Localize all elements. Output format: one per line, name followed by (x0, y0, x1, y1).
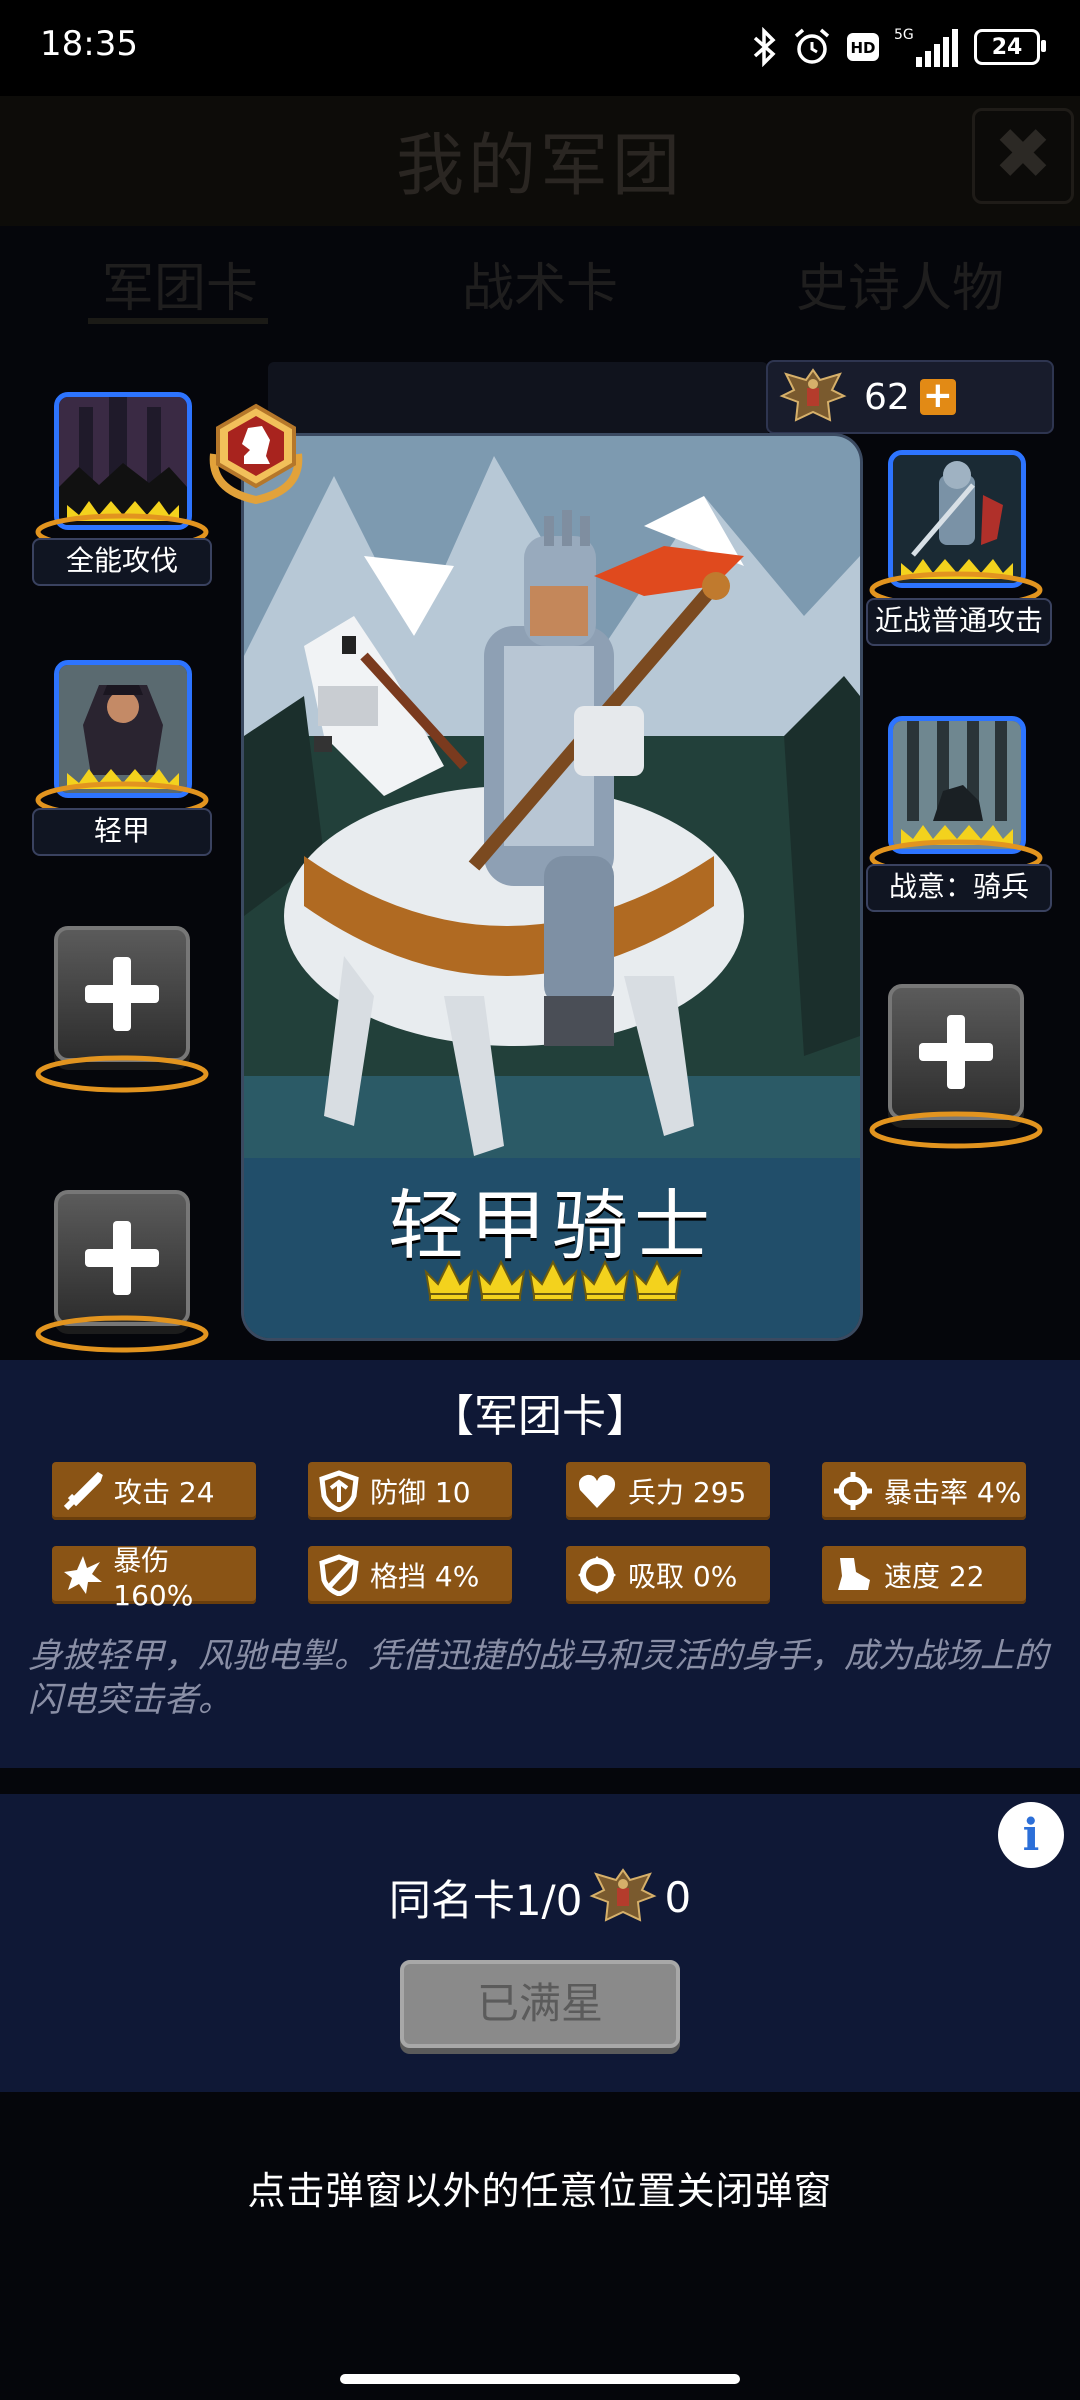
heart-icon (574, 1468, 620, 1514)
stat-block: 格挡 4% (308, 1546, 512, 1604)
close-icon[interactable]: ✖ (972, 108, 1074, 204)
skill-slot-light-armor[interactable] (54, 660, 192, 798)
signal-icon: 5G (894, 27, 958, 67)
battery-level: 24 (991, 34, 1023, 60)
info-icon[interactable]: i (998, 1802, 1064, 1868)
battery-icon: 24 (974, 29, 1046, 65)
crosshair-icon (830, 1468, 876, 1514)
skill-art-light-armor (59, 665, 187, 793)
shield-icon (316, 1468, 362, 1514)
legion-card: 轻甲骑士 (244, 436, 860, 1338)
stat-troops: 兵力 295 (566, 1462, 770, 1520)
slot-glow-ring (35, 1315, 209, 1353)
status-time: 18:35 (40, 24, 138, 64)
background-tabs: 军团卡 战术卡 史诗人物 (0, 232, 1080, 342)
stat-attack: 攻击 24 (52, 1462, 256, 1520)
sword-icon (60, 1468, 106, 1514)
burst-icon (60, 1552, 105, 1598)
duplicate-label: 同名卡1/0 (388, 1875, 583, 1925)
stat-drain-label: 吸取 0% (628, 1560, 738, 1593)
empty-slot-add-button[interactable] (54, 1190, 190, 1326)
block-shield-icon (316, 1552, 362, 1598)
plus-icon (85, 957, 159, 1031)
plus-icon (919, 1015, 993, 1089)
skill-label-all-round: 全能攻伐 (32, 538, 212, 586)
card-description: 身披轻甲，风驰电掣。凭借迅捷的战马和灵活的身手，成为战场上的闪电突击者。 (28, 1636, 1048, 1720)
drain-icon (574, 1552, 620, 1598)
stat-defense-label: 防御 10 (370, 1476, 471, 1509)
slot-glow-ring (869, 1111, 1043, 1149)
max-star-button[interactable]: 已满星 (400, 1960, 680, 2048)
eagle-crest-icon (779, 368, 847, 422)
duplicate-row: 同名卡1/0 0 (0, 1866, 1080, 1928)
duplicate-count: 0 (664, 1872, 692, 1922)
skill-label-cavalry-spirit: 战意：骑兵 (866, 864, 1052, 912)
currency-amount: 62 (864, 376, 910, 418)
hd-icon: HD (847, 33, 879, 61)
eagle-crest-icon (589, 1868, 657, 1922)
skill-art-melee-attack (893, 455, 1021, 583)
skill-art-all-round (59, 397, 187, 525)
svg-text:HD: HD (850, 39, 875, 57)
skill-art-cavalry-spirit (893, 721, 1021, 849)
stat-crit-damage-label: 暴伤 160% (113, 1543, 194, 1612)
plus-icon (85, 1221, 159, 1295)
stat-speed: 速度 22 (822, 1546, 1026, 1604)
crown-icon (528, 1259, 578, 1301)
page-title: 我的军团 (395, 127, 684, 206)
stat-troops-label: 兵力 295 (628, 1476, 747, 1509)
boot-icon (830, 1552, 876, 1598)
plus-icon[interactable]: + (919, 378, 956, 415)
stat-speed-label: 速度 22 (884, 1560, 985, 1593)
stat-drain: 吸取 0% (566, 1546, 770, 1604)
stat-attack-label: 攻击 24 (114, 1476, 215, 1509)
slot-glow-ring (35, 1055, 209, 1093)
currency-display: 62 + (766, 360, 1054, 434)
knight-chess-badge-icon (209, 403, 303, 504)
empty-slot-add-button[interactable] (888, 984, 1024, 1120)
alarm-icon (794, 28, 830, 64)
stat-block-label: 格挡 4% (370, 1560, 480, 1593)
crown-icon (580, 1259, 630, 1301)
card-header-panel (268, 362, 768, 442)
crown-icon (424, 1259, 474, 1301)
tab-epic-character[interactable]: 史诗人物 (720, 232, 1080, 342)
close-hint: 点击弹窗以外的任意位置关闭弹窗 (247, 2169, 833, 2213)
stat-crit-damage: 暴伤 160% (52, 1544, 256, 1612)
skill-label-melee-attack: 近战普通攻击 (866, 598, 1052, 646)
svg-text:5G: 5G (894, 27, 914, 43)
skill-label-light-armor: 轻甲 (32, 808, 212, 856)
crown-icon (632, 1259, 682, 1301)
empty-slot-add-button[interactable] (54, 926, 190, 1062)
card-star-rating (424, 1258, 682, 1302)
home-indicator[interactable] (340, 2374, 740, 2384)
skill-slot-melee-attack[interactable] (888, 450, 1026, 588)
bluetooth-icon (753, 27, 776, 67)
tab-indicator (88, 318, 268, 324)
skill-slot-all-round[interactable] (54, 392, 192, 530)
panel-title: 【军团卡】 (430, 1391, 650, 1442)
status-icons: HD 5G 24 (752, 22, 1046, 72)
tab-legion-card[interactable]: 军团卡 (0, 232, 360, 342)
skill-slot-cavalry-spirit[interactable] (888, 716, 1026, 854)
tab-tactic-card[interactable]: 战术卡 (360, 232, 720, 342)
stat-crit-rate: 暴击率 4% (822, 1462, 1026, 1520)
stat-crit-rate-label: 暴击率 4% (884, 1476, 1022, 1509)
stat-defense: 防御 10 (308, 1462, 512, 1520)
crown-icon (476, 1259, 526, 1301)
